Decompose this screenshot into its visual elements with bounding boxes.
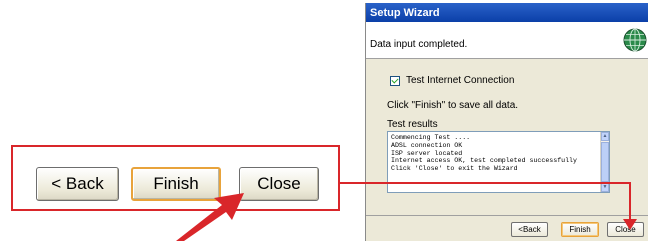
pointer-arrow (176, 193, 244, 241)
annotation-overlay (176, 182, 637, 241)
connector-arrowhead (623, 219, 637, 230)
connector-line (340, 182, 631, 221)
